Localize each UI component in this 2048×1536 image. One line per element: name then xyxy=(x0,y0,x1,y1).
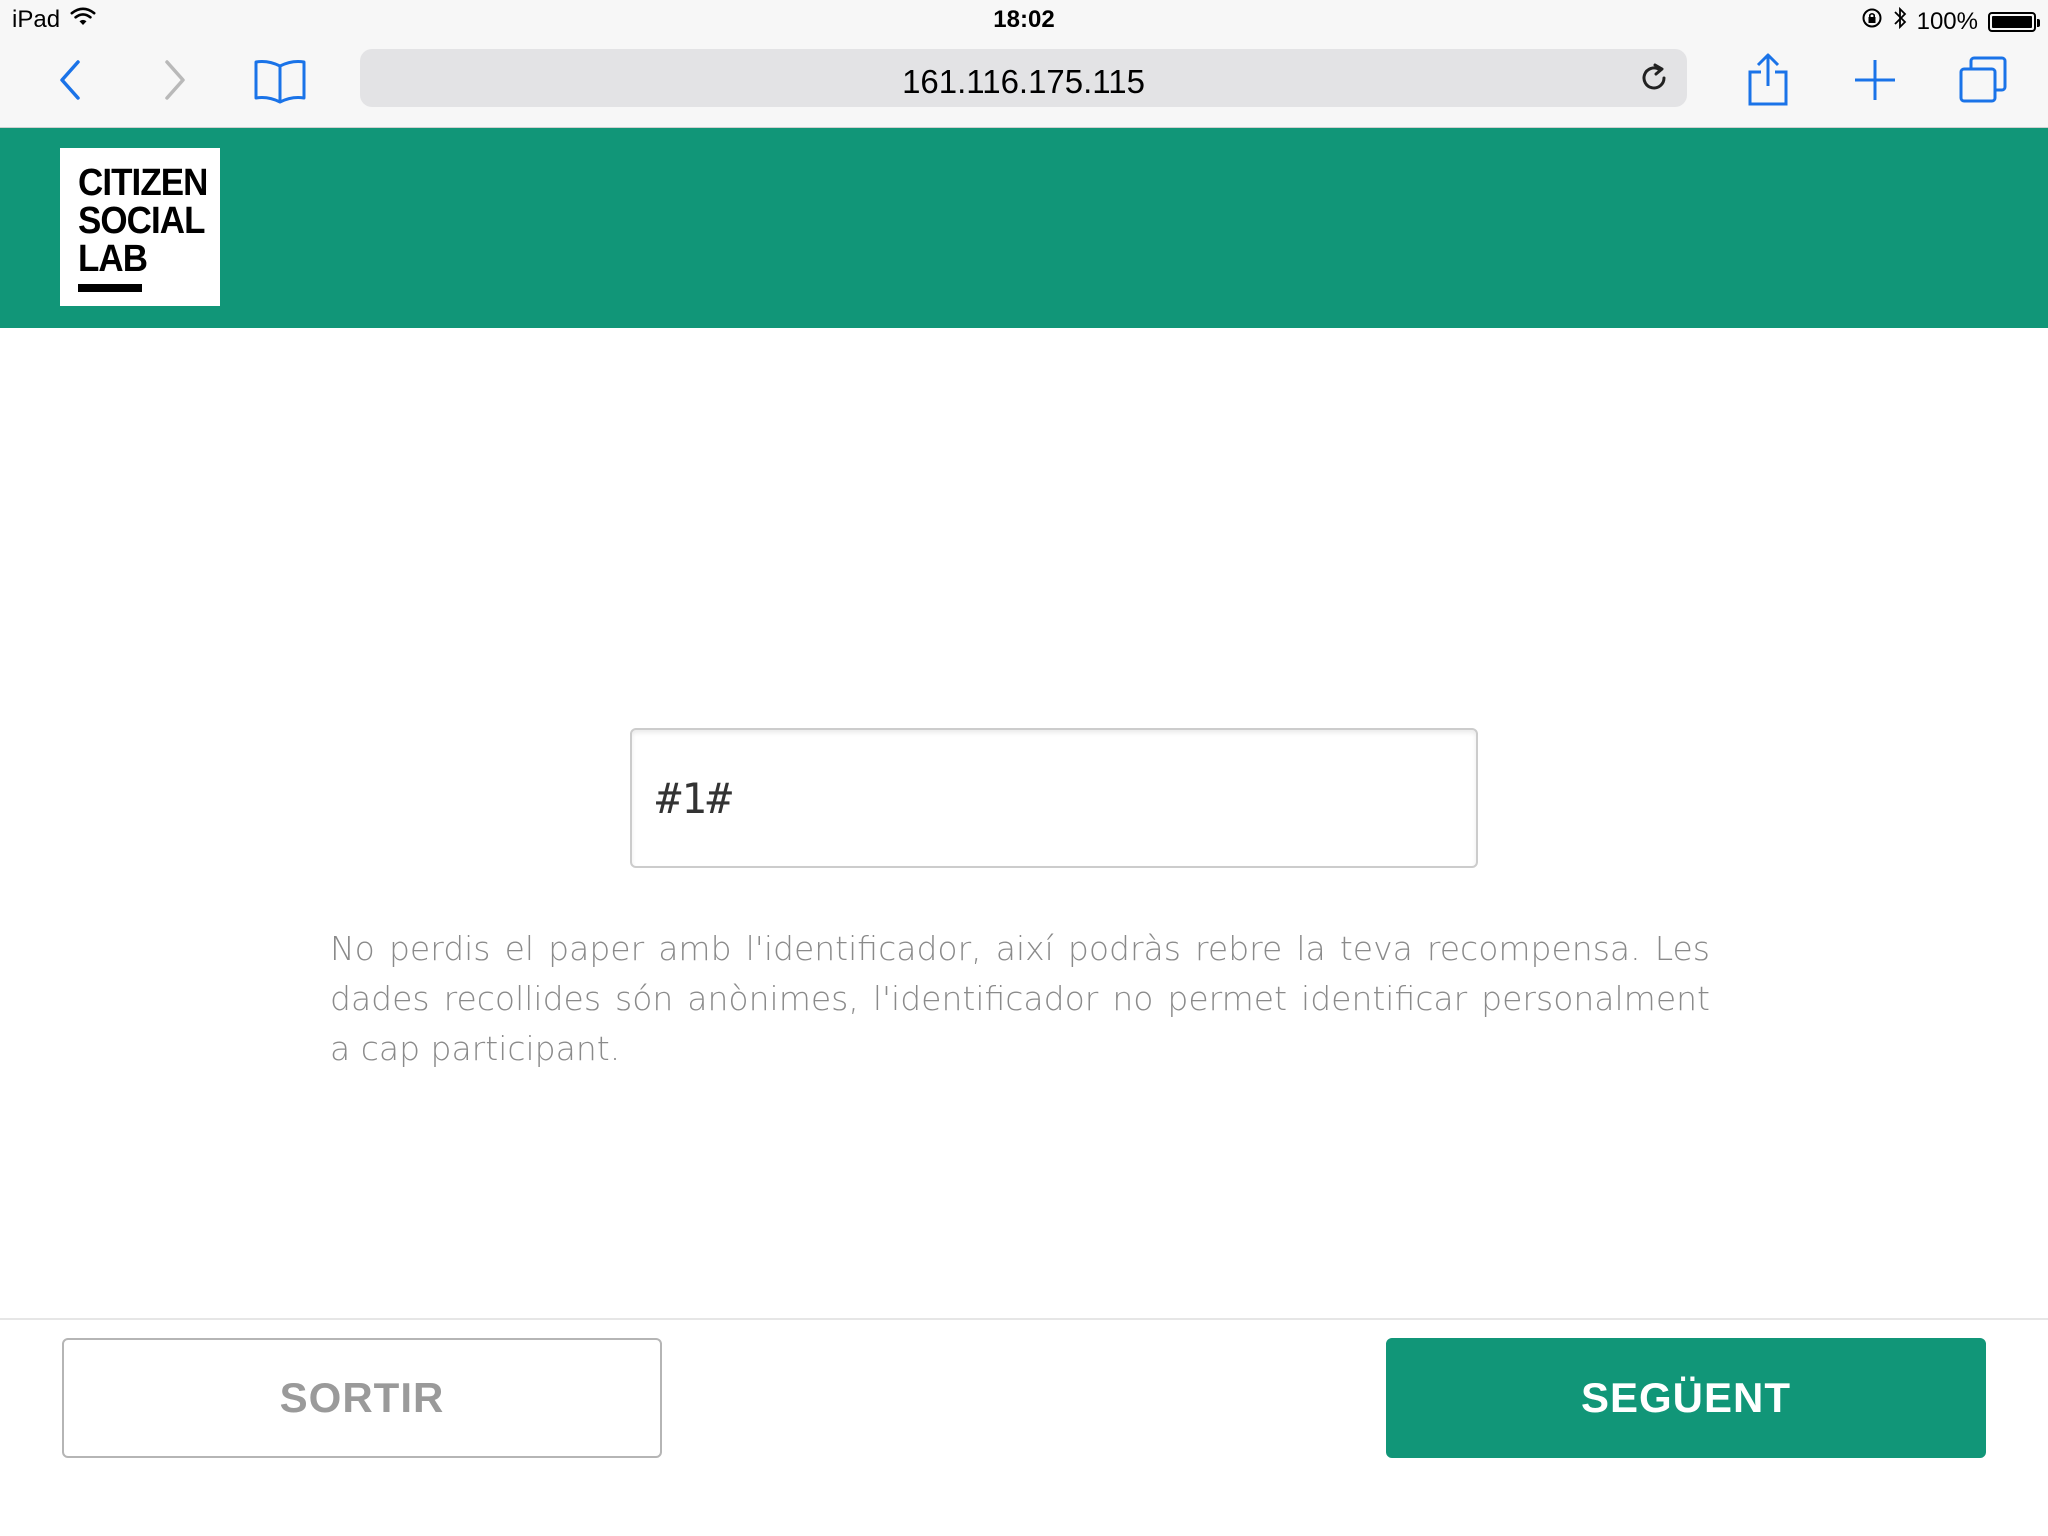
reload-icon[interactable] xyxy=(1637,61,1671,95)
plus-icon[interactable] xyxy=(1840,40,1910,120)
status-right: 100% xyxy=(1861,6,2040,37)
status-bar: iPad 18:02 100% xyxy=(0,0,2048,40)
battery-percent: 100% xyxy=(1916,7,1978,35)
logo-line-3: LAB xyxy=(78,238,148,280)
address-bar[interactable]: 161.116.175.115 xyxy=(360,49,1687,107)
logo-line-2: SOCIAL xyxy=(78,200,205,242)
tabs-icon[interactable] xyxy=(1948,40,2018,120)
open-book-icon[interactable] xyxy=(245,40,315,120)
url-text: 161.116.175.115 xyxy=(902,63,1145,100)
site-header: CITIZEN SOCIAL LAB xyxy=(0,128,2048,328)
battery-icon xyxy=(1988,11,2040,32)
citizen-social-lab-logo[interactable]: CITIZEN SOCIAL LAB xyxy=(60,148,220,306)
chevron-right-icon[interactable] xyxy=(140,40,210,120)
rotation-lock-icon xyxy=(1861,7,1883,36)
bluetooth-icon xyxy=(1893,6,1907,37)
chevron-left-icon[interactable] xyxy=(35,40,105,120)
footer-divider xyxy=(0,1318,2048,1320)
share-icon[interactable] xyxy=(1733,40,1803,120)
logo-underline xyxy=(78,284,142,292)
identifier-info-text: No perdis el paper amb l'identificador, … xyxy=(330,929,1710,1068)
browser-toolbar: 161.116.175.115 xyxy=(0,40,2048,128)
logo-line-1: CITIZEN xyxy=(78,162,208,204)
identifier-input[interactable] xyxy=(630,728,1478,868)
status-time: 18:02 xyxy=(993,6,1055,33)
next-button[interactable]: SEGÜENT xyxy=(1386,1338,1986,1458)
exit-button[interactable]: SORTIR xyxy=(62,1338,662,1458)
